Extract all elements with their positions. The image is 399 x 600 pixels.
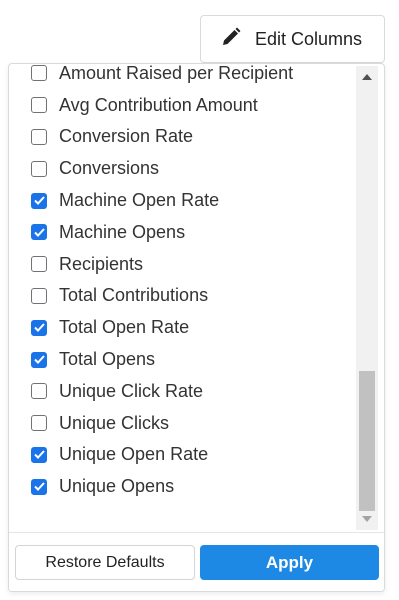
- column-option[interactable]: Total Contributions: [9, 280, 354, 312]
- column-option[interactable]: Unique Clicks: [9, 407, 354, 439]
- column-option-label: Conversions: [59, 158, 160, 179]
- checkbox-unchecked[interactable]: [31, 128, 47, 145]
- restore-defaults-button[interactable]: Restore Defaults: [15, 545, 195, 580]
- checkbox-checked[interactable]: [31, 319, 47, 336]
- column-option-label: Total Open Rate: [59, 317, 190, 338]
- column-option[interactable]: Unique Open Rate: [9, 439, 354, 471]
- checkbox-checked[interactable]: [31, 351, 47, 368]
- column-option-label: Total Opens: [59, 349, 156, 370]
- scroll-up-arrow-icon[interactable]: [356, 68, 378, 86]
- checkbox-unchecked[interactable]: [31, 256, 47, 273]
- column-option[interactable]: Amount Raised per Recipient: [9, 64, 354, 89]
- column-option[interactable]: Conversion Rate: [9, 121, 354, 153]
- column-option-label: Conversion Rate: [59, 126, 194, 147]
- column-option[interactable]: Unique Click Rate: [9, 375, 354, 407]
- checkbox-unchecked[interactable]: [31, 97, 47, 114]
- checkbox-checked[interactable]: [31, 478, 47, 495]
- checkbox-checked[interactable]: [31, 192, 47, 209]
- scroll-thumb[interactable]: [359, 371, 375, 511]
- column-picker-panel: Amount Raised per Recipient Avg Contribut…: [8, 63, 385, 592]
- edit-columns-button[interactable]: Edit Columns: [200, 15, 385, 63]
- column-option[interactable]: Avg Contribution Amount: [9, 89, 354, 121]
- panel-footer: Restore Defaults Apply: [9, 532, 384, 591]
- scrollbar[interactable]: [356, 66, 378, 530]
- column-option-label: Machine Open Rate: [59, 190, 220, 211]
- column-option-label: Unique Click Rate: [59, 380, 204, 401]
- checkbox-unchecked[interactable]: [31, 383, 47, 400]
- column-option[interactable]: Total Opens: [9, 344, 354, 376]
- column-list-viewport: Amount Raised per Recipient Avg Contribut…: [9, 64, 384, 532]
- checkbox-checked[interactable]: [31, 446, 47, 463]
- column-option-label: Machine Opens: [59, 221, 186, 242]
- checkbox-unchecked[interactable]: [31, 160, 47, 177]
- column-option-label: Total Contributions: [59, 285, 209, 306]
- column-option[interactable]: Machine Opens: [9, 216, 354, 248]
- checkbox-unchecked[interactable]: [31, 415, 47, 432]
- column-option-label: Amount Raised per Recipient: [59, 64, 294, 83]
- checkbox-unchecked[interactable]: [31, 287, 47, 304]
- column-option-label: Recipients: [59, 253, 144, 274]
- column-option[interactable]: Machine Open Rate: [9, 185, 354, 217]
- column-option-label: Unique Opens: [59, 476, 175, 497]
- apply-button[interactable]: Apply: [200, 545, 379, 580]
- column-option[interactable]: Recipients: [9, 248, 354, 280]
- column-option[interactable]: Unique Opens: [9, 471, 354, 503]
- checkbox-unchecked[interactable]: [31, 65, 47, 82]
- edit-columns-label: Edit Columns: [255, 28, 363, 49]
- checkbox-checked[interactable]: [31, 224, 47, 241]
- scroll-down-arrow-icon[interactable]: [356, 510, 378, 528]
- column-option-label: Unique Open Rate: [59, 444, 209, 465]
- column-option[interactable]: Total Open Rate: [9, 312, 354, 344]
- column-option[interactable]: Conversions: [9, 153, 354, 185]
- pencil-icon: [221, 27, 241, 52]
- column-option-label: Unique Clicks: [59, 412, 170, 433]
- column-option-label: Avg Contribution Amount: [59, 94, 258, 115]
- column-list: Amount Raised per Recipient Avg Contribut…: [9, 64, 354, 503]
